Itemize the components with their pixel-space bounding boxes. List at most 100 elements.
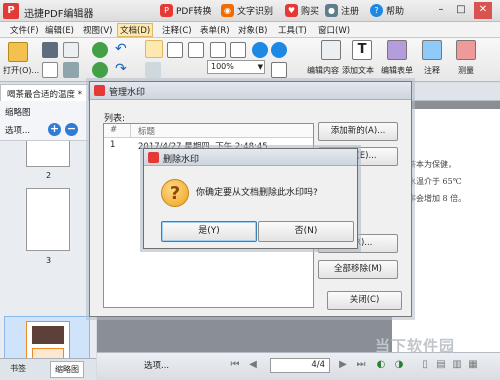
next-page-icon[interactable]: ▶ (337, 359, 349, 371)
minimize-button[interactable]: – (432, 2, 450, 19)
column-divider (130, 124, 131, 138)
menu-edit[interactable]: 编辑(E) (43, 24, 76, 36)
measure-icon[interactable] (456, 40, 476, 60)
nav-back-icon[interactable]: ◐ (375, 359, 387, 371)
menu-bar: 文件(F) 编辑(E) 视图(V) 文档(D) 注释(C) 表单(R) 对象(B… (0, 22, 500, 38)
save-icon[interactable] (42, 42, 58, 58)
user-icon: ● (325, 4, 338, 17)
thumbnail-page-3[interactable] (26, 188, 70, 251)
menu-form[interactable]: 表单(R) (198, 24, 232, 36)
hand-tool-icon[interactable] (145, 40, 163, 58)
title-bar: P 迅捷PDF编辑器 P PDF转换 ◉ 文字识别 ♥ 购买 ● 注册 ? 帮助… (0, 0, 500, 22)
page-view-icon[interactable] (271, 62, 287, 78)
undo-icon[interactable]: ↶ (115, 42, 131, 58)
edit-content-icon[interactable] (321, 40, 341, 60)
zoom-select[interactable]: 100% ▼ (207, 60, 265, 74)
text-select-icon[interactable] (188, 42, 204, 58)
edit-content-label[interactable]: 编辑内容 (307, 65, 339, 76)
fit-width-icon[interactable] (230, 42, 246, 58)
add-watermark-button[interactable]: 添加新的(A)... (318, 122, 398, 141)
scan-icon[interactable] (63, 42, 79, 58)
dialog-title: 删除水印 (163, 155, 200, 165)
menu-window[interactable]: 窗口(W) (316, 24, 352, 36)
document-tab[interactable]: 喝茶最合适的温度 * (0, 84, 89, 101)
app-logo-icon (148, 152, 159, 163)
dialog-title-bar: 删除水印 (144, 149, 357, 166)
heart-icon: ♥ (285, 4, 298, 17)
redo-icon[interactable]: ↷ (115, 62, 131, 78)
register-button[interactable]: ● 注册 (325, 4, 359, 17)
fit-page-icon[interactable] (210, 42, 226, 58)
thumbnail-page-2[interactable] (26, 141, 70, 167)
menu-file[interactable]: 文件(F) (8, 24, 41, 36)
buy-button[interactable]: ♥ 购买 (285, 4, 319, 17)
facing-continuous-icon[interactable]: ▦ (467, 359, 479, 371)
menu-object[interactable]: 对象(B) (236, 24, 269, 36)
status-options-dropdown[interactable]: 选项... (144, 359, 169, 371)
zoom-out-icon[interactable] (271, 42, 287, 58)
menu-tools[interactable]: 工具(T) (276, 24, 309, 36)
pdf-convert-icon: P (160, 4, 173, 17)
tab-bookmarks[interactable]: 书签 (6, 361, 30, 376)
annotate-label[interactable]: 注释 (424, 65, 440, 76)
question-icon: ? (161, 179, 189, 207)
forward-icon[interactable] (92, 62, 108, 78)
app-title: 迅捷PDF编辑器 (24, 9, 94, 20)
menu-comment[interactable]: 注释(C) (160, 24, 194, 36)
help-button[interactable]: ? 帮助 (370, 4, 404, 17)
nav-forward-icon[interactable]: ◑ (393, 359, 405, 371)
remove-all-button[interactable]: 全部移除(M) (318, 260, 398, 279)
menu-document[interactable]: 文档(D) (117, 23, 154, 37)
zoom-in-icon[interactable] (252, 42, 268, 58)
close-window-button[interactable]: ✕ (474, 2, 492, 19)
thumbnail-panel: 缩略图 选项... + − 2 3 4 (0, 101, 96, 359)
thumb-zoom-in-icon[interactable]: + (48, 123, 61, 136)
add-text-label[interactable]: 添加文本 (342, 65, 374, 76)
dialog-title-bar: 管理水印 (90, 82, 411, 100)
thumbnail-list: 2 3 4 (0, 140, 96, 359)
edit-form-icon[interactable] (387, 40, 407, 60)
thumb-zoom-out-icon[interactable]: − (65, 123, 78, 136)
select-tool-icon[interactable] (167, 42, 183, 58)
site-watermark: 当下软件园 (375, 337, 456, 355)
snapshot-icon[interactable] (145, 62, 161, 78)
yes-button[interactable]: 是(Y) (161, 221, 257, 242)
thumbnail-page-4[interactable] (26, 321, 70, 359)
annotate-icon[interactable] (422, 40, 442, 60)
chevron-down-icon: ▼ (257, 63, 263, 71)
help-icon: ? (370, 4, 383, 17)
open-label[interactable]: 打开(O)... (3, 65, 39, 76)
pdf-convert-button[interactable]: P PDF转换 (160, 4, 212, 17)
confirm-delete-dialog: 删除水印 ? 你确定要从文档删除此水印吗? 是(Y) 否(N) (143, 148, 358, 249)
open-folder-icon[interactable] (8, 42, 28, 62)
menu-view[interactable]: 视图(V) (81, 24, 114, 36)
single-page-icon[interactable]: ▯ (419, 359, 431, 371)
facing-icon[interactable]: ▥ (451, 359, 463, 371)
close-dialog-button[interactable]: 关闭(C) (327, 291, 402, 310)
back-icon[interactable] (92, 42, 108, 58)
list-header: # 标题 (104, 124, 313, 138)
maximize-button[interactable]: □ (452, 2, 470, 19)
add-text-icon[interactable]: T (352, 40, 372, 60)
edit-form-label[interactable]: 编辑表单 (381, 65, 413, 76)
tab-thumbnails[interactable]: 缩略图 (50, 361, 84, 378)
panel-tab-bar: 书签 缩略图 (0, 358, 96, 380)
last-page-icon[interactable]: ⏭ (355, 359, 367, 371)
panel-options-dropdown[interactable]: 选项... (5, 124, 30, 136)
column-header-title[interactable]: 标题 (138, 125, 155, 137)
continuous-icon[interactable]: ▤ (435, 359, 447, 371)
panel-title: 缩略图 (5, 108, 31, 118)
first-page-icon[interactable]: ⏮ (229, 359, 241, 371)
ocr-button[interactable]: ◉ 文字识别 (221, 4, 273, 17)
print-icon[interactable] (42, 62, 58, 78)
row-number: 1 (110, 140, 116, 150)
email-icon[interactable] (63, 62, 79, 78)
prev-page-icon[interactable]: ◀ (247, 359, 259, 371)
thumbnail-label: 2 (46, 171, 52, 180)
column-header-number[interactable]: # (110, 125, 117, 135)
page-number-input[interactable]: 4/4 (270, 358, 330, 373)
dialog-title: 管理水印 (109, 88, 146, 98)
measure-label[interactable]: 测量 (458, 65, 474, 76)
thumbnail-label: 3 (46, 256, 52, 265)
no-button[interactable]: 否(N) (258, 221, 354, 242)
